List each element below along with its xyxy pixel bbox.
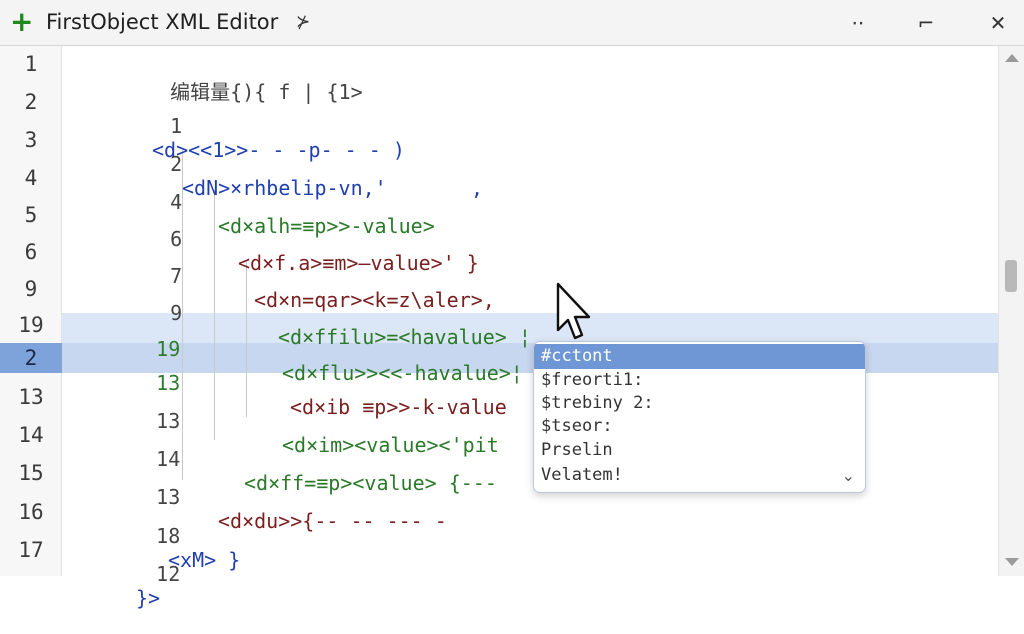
- line-number: 14: [18, 423, 44, 447]
- line-number: 2: [24, 90, 38, 114]
- line-number-gutter: [0, 46, 62, 576]
- scroll-up-icon[interactable]: [1005, 54, 1019, 62]
- line-number: 5: [24, 203, 38, 227]
- code-text: 编辑量{){ f | {1>: [170, 80, 363, 104]
- line-number: 13: [18, 385, 44, 409]
- autocomplete-item[interactable]: $trebiny 2:: [534, 391, 865, 416]
- code-text: <d×im><value><'pit: [282, 433, 499, 457]
- window-title: FirstObject XML Editor: [46, 10, 279, 34]
- code-text: <dN>×rhbelip-vn,' ,: [182, 176, 484, 200]
- chevron-down-icon[interactable]: ⌄: [842, 466, 855, 485]
- line-number: 4: [24, 166, 38, 190]
- line-number-selected: 2: [0, 343, 62, 373]
- line-number: 17: [18, 538, 44, 562]
- autocomplete-item[interactable]: Velatem!: [534, 463, 865, 488]
- code-text: <d×ffilu>=<havalue> ¦: [278, 325, 531, 349]
- autocomplete-popup[interactable]: #cctont $freorti1: $trebiny 2: $tseor: P…: [533, 341, 866, 493]
- line-number: 3: [24, 128, 38, 152]
- code-number: 12: [156, 562, 181, 586]
- autocomplete-item[interactable]: Prselin: [534, 438, 865, 463]
- mouse-pointer-icon: [556, 282, 591, 340]
- code-text: <d×alh=≡p>>-value>: [218, 214, 435, 238]
- indent-guide: [214, 190, 215, 440]
- line-number: 9: [24, 277, 38, 301]
- close-button[interactable]: ✕: [982, 8, 1014, 38]
- autocomplete-item-selected[interactable]: #cctont: [534, 344, 865, 369]
- code-text: }>: [136, 586, 161, 610]
- line-number: 1: [24, 52, 38, 76]
- title-bar: + FirstObject XML Editor ⊁ ⋅⋅ ⌐ ✕: [0, 0, 1024, 46]
- code-text: <d><<1>>- - -p- - - ): [152, 138, 405, 162]
- scroll-down-icon[interactable]: [1005, 558, 1019, 566]
- minimize-button[interactable]: ⋅⋅: [842, 8, 874, 38]
- vertical-scrollbar[interactable]: [998, 46, 1024, 576]
- code-text: <d×ff=≡p><value> {---: [244, 471, 497, 495]
- line-number: 15: [18, 461, 44, 485]
- scrollbar-thumb[interactable]: [1005, 260, 1017, 292]
- new-file-icon[interactable]: +: [10, 8, 34, 36]
- autocomplete-item[interactable]: $freorti1:: [534, 368, 865, 393]
- code-text: <d×du>>{-- -- --- -: [218, 509, 447, 533]
- code-line[interactable]: 12 }>: [108, 538, 180, 634]
- code-text: <d×f.a>≡m>—value>' }: [238, 251, 479, 275]
- line-number: 19: [18, 313, 44, 337]
- code-text: <d×flu>><<-havalue>¦: [282, 361, 523, 385]
- autocomplete-item[interactable]: $tseor:: [534, 414, 865, 439]
- line-number: 16: [18, 500, 44, 524]
- line-number: 6: [24, 240, 38, 264]
- indent-guide: [246, 262, 247, 417]
- code-text: <d×ib ≡p>>-k-value: [290, 395, 507, 419]
- pin-icon[interactable]: ⊁: [296, 12, 310, 32]
- code-text: <d×n=qar><k=z\aler>,: [254, 288, 495, 312]
- maximize-button[interactable]: ⌐: [910, 8, 942, 38]
